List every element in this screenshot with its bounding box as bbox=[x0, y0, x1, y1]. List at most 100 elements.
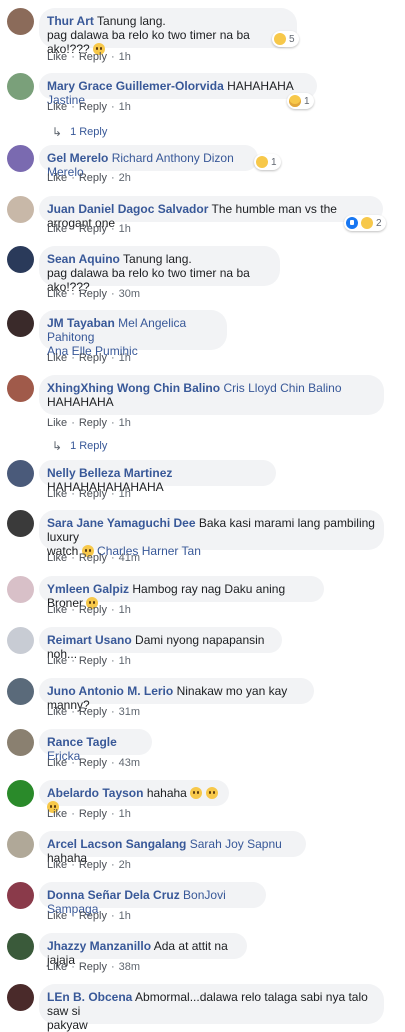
like-link[interactable]: Like bbox=[47, 910, 67, 922]
mention-link[interactable]: Sarah Joy Sapnu bbox=[190, 837, 282, 851]
comment-author[interactable]: Gel Merelo bbox=[47, 151, 108, 165]
timestamp[interactable]: 2h bbox=[119, 172, 131, 184]
comment-author[interactable]: LEn B. Obcena bbox=[47, 990, 132, 1004]
comment-actions: Like · Reply · 1h bbox=[47, 604, 131, 616]
like-link[interactable]: Like bbox=[47, 859, 67, 871]
view-replies-link[interactable]: ↳ 1 Reply bbox=[52, 439, 107, 453]
avatar[interactable] bbox=[7, 882, 34, 909]
like-link[interactable]: Like bbox=[47, 288, 67, 300]
timestamp[interactable]: 1h bbox=[119, 910, 131, 922]
comment-text: Tanung lang. bbox=[97, 14, 166, 28]
avatar[interactable] bbox=[7, 780, 34, 807]
avatar[interactable] bbox=[7, 196, 34, 223]
reply-link[interactable]: Reply bbox=[79, 417, 107, 429]
timestamp[interactable]: 38m bbox=[119, 961, 140, 973]
like-link[interactable]: Like bbox=[47, 706, 67, 718]
avatar[interactable] bbox=[7, 310, 34, 337]
like-link[interactable]: Like bbox=[47, 757, 67, 769]
separator: · bbox=[110, 223, 115, 235]
reaction-summary[interactable]: 5 bbox=[272, 31, 299, 47]
comment-author[interactable]: Rance Tagle bbox=[47, 735, 117, 749]
reply-link[interactable]: Reply bbox=[79, 961, 107, 973]
reply-link[interactable]: Reply bbox=[79, 910, 107, 922]
timestamp[interactable]: 2h bbox=[119, 859, 131, 871]
timestamp[interactable]: 41m bbox=[119, 552, 140, 564]
reply-link[interactable]: Reply bbox=[79, 859, 107, 871]
comment-author[interactable]: XhingXhing Wong Chin Balino bbox=[47, 381, 220, 395]
timestamp[interactable]: 30m bbox=[119, 288, 140, 300]
like-link[interactable]: Like bbox=[47, 51, 67, 63]
comment-author[interactable]: Sean Aquino bbox=[47, 252, 120, 266]
timestamp[interactable]: 43m bbox=[119, 757, 140, 769]
comment-author[interactable]: JM Tayaban bbox=[47, 316, 115, 330]
avatar[interactable] bbox=[7, 627, 34, 654]
view-replies-link[interactable]: ↳ 1 Reply bbox=[52, 125, 107, 139]
avatar[interactable] bbox=[7, 729, 34, 756]
like-link[interactable]: Like bbox=[47, 961, 67, 973]
reply-link[interactable]: Reply bbox=[79, 288, 107, 300]
comment-author[interactable]: Thur Art bbox=[47, 14, 94, 28]
timestamp[interactable]: 1h bbox=[119, 101, 131, 113]
avatar[interactable] bbox=[7, 8, 34, 35]
comment-author[interactable]: Jhazzy Manzanillo bbox=[47, 939, 151, 953]
avatar[interactable] bbox=[7, 246, 34, 273]
reaction-summary[interactable]: 1 bbox=[254, 154, 281, 170]
like-link[interactable]: Like bbox=[47, 604, 67, 616]
reply-link[interactable]: Reply bbox=[79, 223, 107, 235]
avatar[interactable] bbox=[7, 145, 34, 172]
comment-author[interactable]: Juno Antonio M. Lerio bbox=[47, 684, 173, 698]
reply-link[interactable]: Reply bbox=[79, 552, 107, 564]
comment-author[interactable]: Abelardo Tayson bbox=[47, 786, 143, 800]
avatar[interactable] bbox=[7, 460, 34, 487]
avatar[interactable] bbox=[7, 678, 34, 705]
comment-author[interactable]: Donna Señar Dela Cruz bbox=[47, 888, 180, 902]
like-link[interactable]: Like bbox=[47, 488, 67, 500]
like-link[interactable]: Like bbox=[47, 101, 67, 113]
timestamp[interactable]: 1h bbox=[119, 417, 131, 429]
like-link[interactable]: Like bbox=[47, 552, 67, 564]
reaction-summary[interactable]: 1 bbox=[287, 93, 314, 109]
comment-author[interactable]: Ymleen Galpiz bbox=[47, 582, 129, 596]
separator: · bbox=[110, 417, 115, 429]
reply-link[interactable]: Reply bbox=[79, 604, 107, 616]
like-link[interactable]: Like bbox=[47, 655, 67, 667]
reply-link[interactable]: Reply bbox=[79, 808, 107, 820]
timestamp[interactable]: 1h bbox=[119, 488, 131, 500]
reply-link[interactable]: Reply bbox=[79, 172, 107, 184]
timestamp[interactable]: 1h bbox=[119, 223, 131, 235]
reply-link[interactable]: Reply bbox=[79, 655, 107, 667]
timestamp[interactable]: 1h bbox=[119, 51, 131, 63]
timestamp[interactable]: 1h bbox=[119, 808, 131, 820]
reply-link[interactable]: Reply bbox=[79, 757, 107, 769]
comment-author[interactable]: Mary Grace Guillemer-Olorvida bbox=[47, 79, 224, 93]
comment-author[interactable]: Juan Daniel Dagoc Salvador bbox=[47, 202, 208, 216]
comment-bubble: Nelly Belleza Martinez HAHAHAHAHAHAHA bbox=[39, 460, 276, 494]
avatar[interactable] bbox=[7, 73, 34, 100]
like-link[interactable]: Like bbox=[47, 352, 67, 364]
timestamp[interactable]: 1h bbox=[119, 655, 131, 667]
timestamp[interactable]: 1h bbox=[119, 604, 131, 616]
comment-author[interactable]: Arcel Lacson Sangalang bbox=[47, 837, 186, 851]
comment-author[interactable]: Sara Jane Yamaguchi Dee bbox=[47, 516, 196, 530]
comment-author[interactable]: Nelly Belleza Martinez bbox=[47, 466, 172, 480]
avatar[interactable] bbox=[7, 933, 34, 960]
timestamp[interactable]: 1h bbox=[119, 352, 131, 364]
avatar[interactable] bbox=[7, 831, 34, 858]
like-link[interactable]: Like bbox=[47, 808, 67, 820]
reply-link[interactable]: Reply bbox=[79, 706, 107, 718]
reply-link[interactable]: Reply bbox=[79, 352, 107, 364]
comment-author[interactable]: Reimart Usano bbox=[47, 633, 132, 647]
like-link[interactable]: Like bbox=[47, 223, 67, 235]
reaction-summary[interactable]: 2 bbox=[344, 215, 386, 231]
timestamp[interactable]: 31m bbox=[119, 706, 140, 718]
reply-link[interactable]: Reply bbox=[79, 51, 107, 63]
like-link[interactable]: Like bbox=[47, 417, 67, 429]
avatar[interactable] bbox=[7, 510, 34, 537]
avatar[interactable] bbox=[7, 984, 34, 1011]
avatar[interactable] bbox=[7, 375, 34, 402]
reply-link[interactable]: Reply bbox=[79, 101, 107, 113]
mention-link[interactable]: Cris Lloyd Chin Balino bbox=[223, 381, 341, 395]
avatar[interactable] bbox=[7, 576, 34, 603]
reply-link[interactable]: Reply bbox=[79, 488, 107, 500]
like-link[interactable]: Like bbox=[47, 172, 67, 184]
